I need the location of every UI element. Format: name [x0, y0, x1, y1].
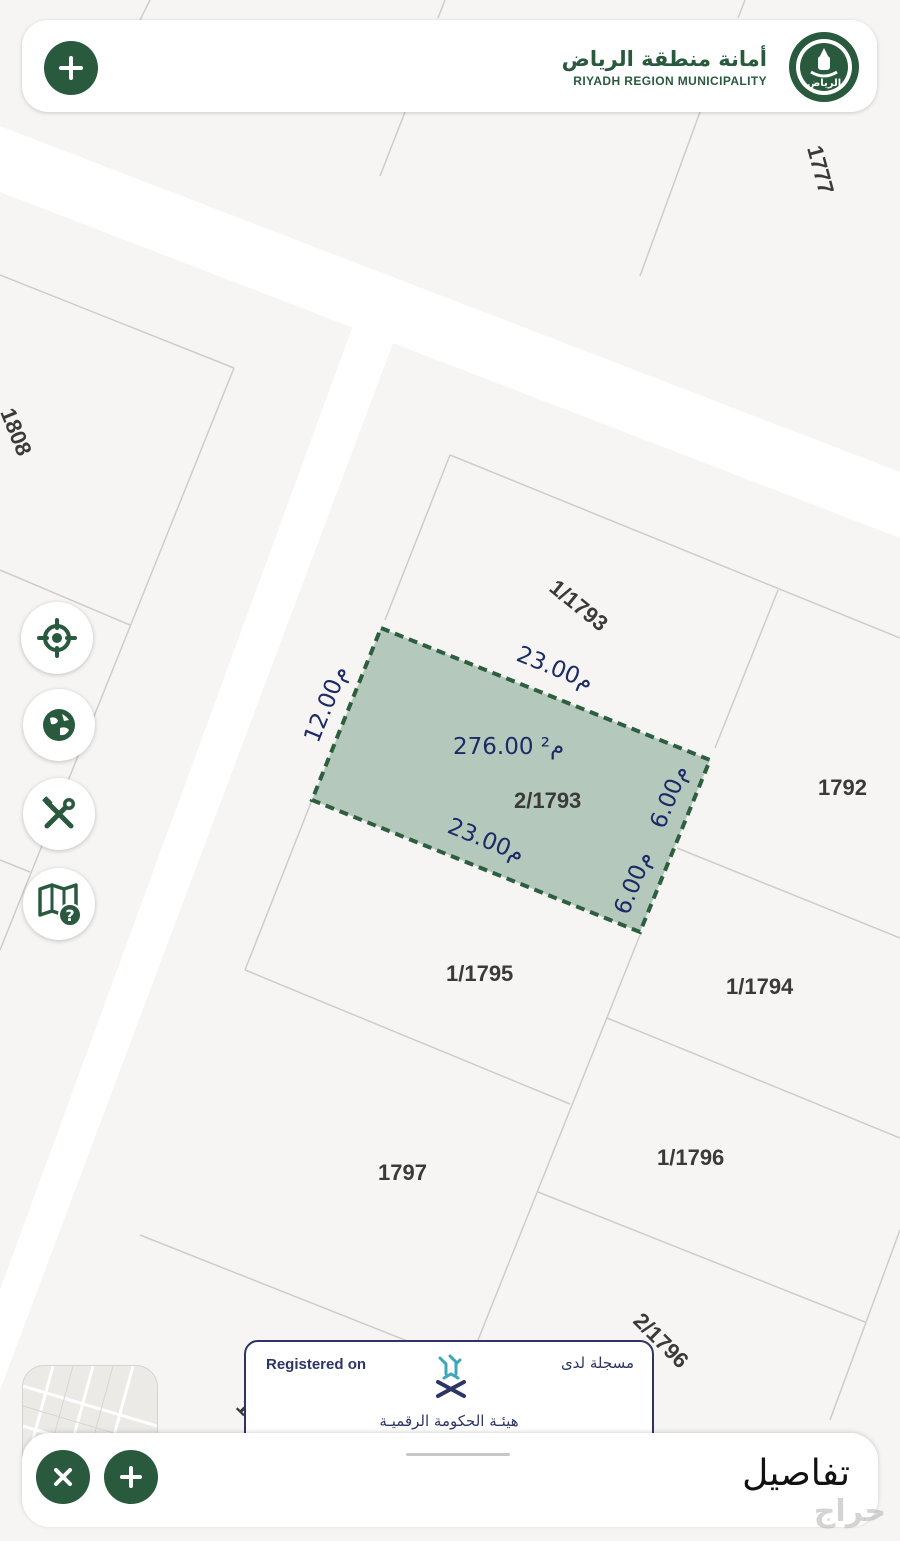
- drag-handle[interactable]: [406, 1453, 510, 1456]
- locate-button[interactable]: [21, 602, 93, 674]
- add-details-button[interactable]: [104, 1450, 158, 1504]
- municipality-logo: الرياض: [789, 32, 859, 102]
- top-bar: أمانة منطقة الرياض RIYADH REGION MUNICIP…: [22, 20, 877, 112]
- svg-text:الرياض: الرياض: [807, 78, 841, 89]
- plus-icon: [59, 56, 83, 80]
- globe-icon: [43, 709, 75, 741]
- details-panel[interactable]: تفاصيل: [22, 1433, 878, 1527]
- add-button[interactable]: [44, 41, 98, 95]
- crosshair-icon: [37, 618, 77, 658]
- parcel-label: 1797: [378, 1160, 427, 1185]
- plus-icon: [120, 1466, 142, 1488]
- parcel-label: 1/1794: [726, 974, 794, 999]
- help-button[interactable]: ?: [23, 868, 95, 940]
- road-diagonal: [0, 312, 398, 1390]
- registered-on-label: Registered on: [266, 1356, 367, 1373]
- close-button[interactable]: [36, 1450, 90, 1504]
- map-view[interactable]: 1777 1808 1/1793 1792 2/1793 1/1795 1/17…: [0, 0, 900, 1541]
- registration-org-name: هيئـة الحكومة الرقميـة: [379, 1412, 519, 1430]
- parcel-label: 1/1795: [446, 961, 513, 986]
- parcel-label: 1792: [818, 775, 867, 800]
- brand-name-arabic: أمانة منطقة الرياض: [561, 47, 767, 71]
- dga-logo-icon: [436, 1354, 466, 1398]
- selected-parcel[interactable]: [309, 625, 713, 935]
- svg-text:?: ?: [65, 906, 74, 925]
- brand-block: أمانة منطقة الرياض RIYADH REGION MUNICIP…: [562, 46, 767, 88]
- watermark: حراج: [813, 1494, 886, 1529]
- area-label: 276.00 م²: [453, 734, 564, 760]
- close-icon: [54, 1468, 72, 1486]
- logo-emblem-icon: الرياض: [796, 39, 852, 95]
- tools-icon: [42, 796, 75, 829]
- basemap-button[interactable]: [23, 689, 95, 761]
- parcel-label: 1808: [0, 405, 37, 460]
- tools-button[interactable]: [23, 778, 95, 850]
- parcel-label: 1/1796: [657, 1145, 724, 1170]
- parcel-label: 2/1793: [514, 788, 581, 813]
- details-title: تفاصيل: [742, 1453, 850, 1494]
- map-help-icon: ?: [38, 883, 82, 927]
- registered-on-label-arabic: مسجلة لدى: [560, 1354, 634, 1372]
- parcel-label: 1777: [802, 143, 839, 197]
- parcel-label: 1/1793: [545, 574, 613, 636]
- brand-name-english: RIYADH REGION MUNICIPALITY: [573, 74, 767, 88]
- road-horizontal: [0, 126, 900, 538]
